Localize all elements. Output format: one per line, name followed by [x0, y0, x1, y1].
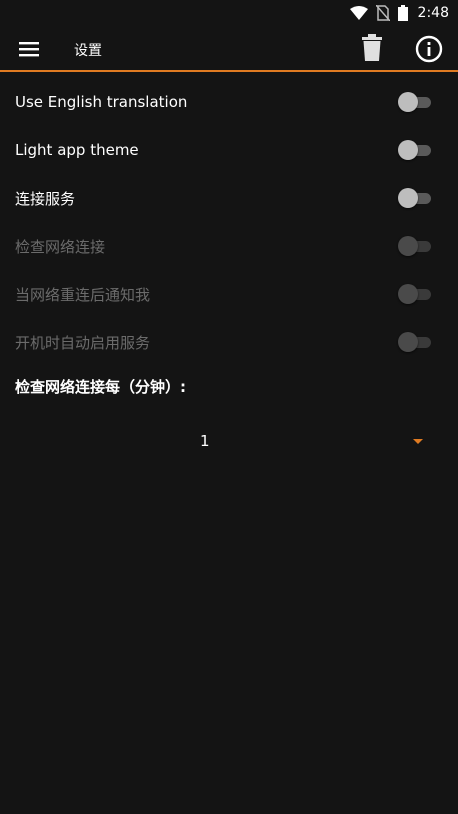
no-sim-icon: [375, 5, 390, 21]
menu-icon[interactable]: [18, 40, 40, 58]
start-on-boot-switch: [398, 332, 432, 352]
interval-spinner[interactable]: 1: [0, 420, 458, 464]
setting-light-app-theme[interactable]: Light app theme: [0, 126, 458, 174]
app-bar-accent-line: [0, 70, 458, 72]
setting-connect-service[interactable]: 连接服务: [0, 174, 458, 222]
interval-value: 1: [200, 432, 210, 450]
page-title: 设置: [74, 43, 102, 59]
battery-icon: [397, 5, 408, 21]
dropdown-arrow-icon: [413, 439, 423, 444]
setting-label: 检查网络连接: [15, 237, 106, 256]
setting-check-network: 检查网络连接: [0, 222, 458, 270]
setting-label: 连接服务: [15, 189, 76, 208]
delete-icon[interactable]: [360, 34, 384, 62]
interval-section-title: 检查网络连接每（分钟）:: [15, 378, 186, 396]
english-translation-switch[interactable]: [398, 92, 432, 112]
setting-use-english-translation[interactable]: Use English translation: [0, 78, 458, 126]
app-bar: 设置: [0, 26, 458, 71]
setting-label: Use English translation: [15, 93, 188, 111]
setting-start-on-boot: 开机时自动启用服务: [0, 318, 458, 366]
status-time: 2:48: [417, 5, 449, 21]
connect-service-switch[interactable]: [398, 188, 432, 208]
setting-notify-reconnect: 当网络重连后通知我: [0, 270, 458, 318]
setting-label: Light app theme: [15, 141, 139, 159]
notify-reconnect-switch: [398, 284, 432, 304]
light-theme-switch[interactable]: [398, 140, 432, 160]
status-bar: 2:48: [0, 0, 458, 26]
setting-label: 当网络重连后通知我: [15, 285, 151, 304]
info-icon[interactable]: [415, 35, 443, 63]
setting-label: 开机时自动启用服务: [15, 333, 151, 352]
check-network-switch: [398, 236, 432, 256]
wifi-icon: [349, 6, 368, 20]
